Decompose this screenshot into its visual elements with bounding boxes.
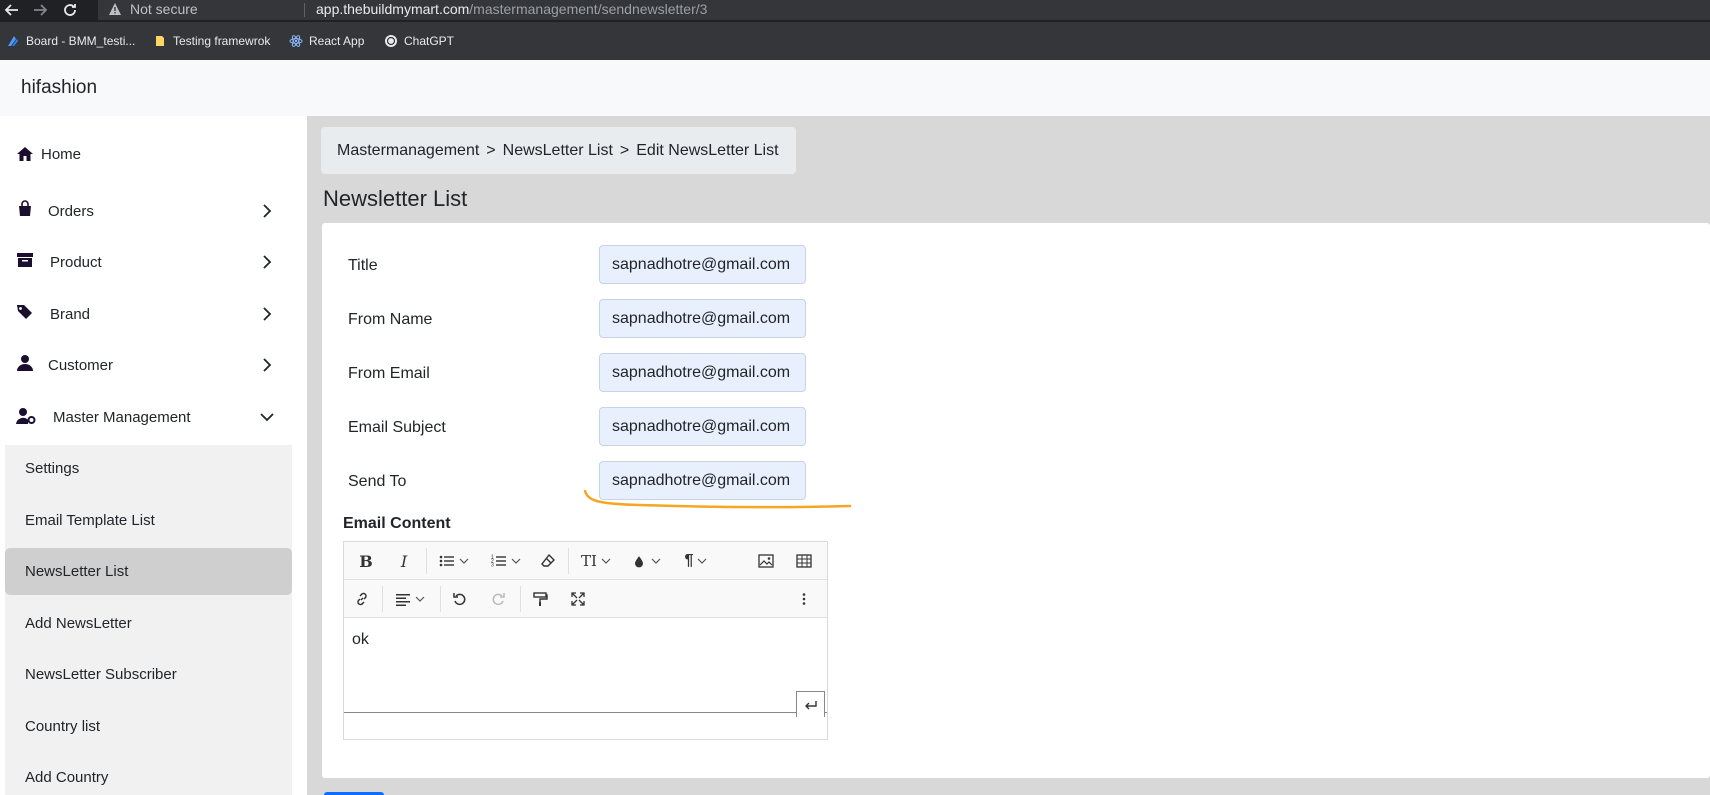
image-icon[interactable]	[752, 542, 780, 580]
react-icon	[289, 35, 303, 47]
shopping-bag-icon	[19, 200, 31, 216]
align-icon[interactable]	[388, 580, 432, 618]
sidebar: Home Orders Product Brand Customer Maste…	[0, 116, 307, 795]
toolbar-divider	[426, 548, 427, 574]
editor-status-bar	[344, 717, 827, 739]
forward-icon[interactable]	[30, 0, 50, 20]
email-content-label: Email Content	[343, 515, 451, 532]
more-options-icon[interactable]	[790, 580, 818, 618]
bookmark-chatgpt[interactable]: ChatGPT	[384, 32, 454, 50]
toolbar-divider	[382, 586, 383, 612]
toolbar-divider	[440, 586, 441, 612]
home-icon	[17, 147, 33, 161]
font-size-icon[interactable]: TI	[574, 542, 618, 580]
archive-box-icon	[17, 253, 33, 267]
submenu-item-email-template-list[interactable]: Email Template List	[5, 497, 292, 544]
bold-icon[interactable]: B	[352, 542, 380, 580]
sidebar-item-master-management[interactable]: Master Management	[0, 397, 290, 437]
url-text[interactable]: app.thebuildmymart.com/mastermanagement/…	[316, 1, 707, 17]
editor-content-area[interactable]: ok	[344, 619, 827, 713]
browser-address-bar: Not secure app.thebuildmymart.com/master…	[0, 0, 1710, 22]
submenu-item-add-newsletter[interactable]: Add NewsLetter	[5, 600, 292, 647]
submenu-item-newsletter-list[interactable]: NewsLetter List	[5, 548, 292, 595]
format-painter-icon[interactable]	[526, 580, 554, 618]
rich-text-editor: B I 123 TI ¶ ok	[343, 541, 828, 740]
breadcrumb-item-edit-newsletter-list: Edit NewsLetter List	[636, 141, 779, 159]
breadcrumb-item-mastermanagement[interactable]: Mastermanagement	[337, 142, 479, 160]
warning-icon	[109, 3, 121, 15]
editor-toolbar-row-2	[344, 580, 827, 618]
editor-content-text: ok	[352, 631, 369, 648]
undo-icon[interactable]	[446, 580, 474, 618]
table-icon[interactable]	[790, 542, 818, 580]
chevron-right-icon	[263, 204, 272, 218]
sidebar-item-brand[interactable]: Brand	[0, 294, 290, 334]
submenu-item-settings[interactable]: Settings	[5, 445, 292, 492]
tags-icon	[17, 305, 32, 319]
breadcrumb-item-newsletter-list[interactable]: NewsLetter List	[503, 142, 613, 160]
chatgpt-icon	[385, 35, 397, 47]
jira-icon	[8, 36, 18, 46]
svg-text:3: 3	[491, 563, 494, 569]
bookmark-board[interactable]: Board - BMM_testi...	[6, 32, 135, 50]
sidebar-item-orders[interactable]: Orders	[0, 191, 290, 231]
bullet-list-icon[interactable]	[432, 542, 476, 580]
app-header: hifashion	[0, 60, 1710, 116]
italic-icon[interactable]: I	[390, 542, 418, 580]
brand-logo-text[interactable]: hifashion	[21, 77, 97, 99]
reload-icon[interactable]	[60, 0, 80, 20]
submenu-item-country-list[interactable]: Country list	[5, 703, 292, 750]
text-color-icon[interactable]	[624, 542, 668, 580]
breadcrumb-separator: >	[486, 141, 496, 159]
paragraph-icon[interactable]: ¶	[674, 542, 718, 580]
back-icon[interactable]	[2, 0, 22, 20]
submenu-item-newsletter-subscriber[interactable]: NewsLetter Subscriber	[5, 651, 292, 698]
chevron-down-icon	[260, 413, 274, 422]
redo-icon[interactable]	[484, 580, 512, 618]
breadcrumb-separator: >	[619, 141, 630, 159]
folder-icon	[156, 36, 164, 46]
sidebar-item-customer[interactable]: Customer	[0, 345, 290, 385]
bookmarks-bar: Board - BMM_testi... Testing framewrok R…	[0, 22, 1710, 60]
user-gear-icon	[16, 408, 36, 424]
bookmark-testing-framework[interactable]: Testing framewrok	[153, 32, 270, 50]
submenu-item-add-country[interactable]: Add Country	[5, 754, 292, 795]
breadcrumb: Mastermanagement > NewsLetter List > Edi…	[321, 127, 796, 174]
main-content: Mastermanagement > NewsLetter List > Edi…	[307, 116, 1710, 795]
from-name-input[interactable]	[599, 299, 806, 338]
send-to-input[interactable]	[599, 461, 806, 500]
eraser-icon[interactable]	[534, 542, 562, 580]
link-icon[interactable]	[348, 580, 376, 618]
chevron-right-icon	[263, 255, 272, 269]
enter-key-icon[interactable]	[796, 691, 825, 719]
url-box[interactable]: Not secure app.thebuildmymart.com/master…	[98, 0, 1710, 20]
from-email-label: From Email	[348, 365, 430, 382]
title-input[interactable]	[599, 245, 806, 284]
from-email-input[interactable]	[599, 353, 806, 392]
fullscreen-icon[interactable]	[564, 580, 592, 618]
toolbar-divider	[568, 548, 569, 574]
toolbar-divider	[520, 586, 521, 612]
user-icon	[17, 355, 33, 371]
url-divider	[304, 3, 305, 17]
title-label: Title	[348, 257, 378, 274]
bookmark-react-app[interactable]: React App	[289, 32, 364, 50]
newsletter-form-card: Title From Name From Email Email Subject…	[322, 223, 1710, 778]
numbered-list-icon[interactable]: 123	[484, 542, 528, 580]
send-to-label: Send To	[348, 473, 407, 490]
master-management-submenu: Settings Email Template List NewsLetter …	[5, 445, 292, 795]
not-secure-label: Not secure	[130, 1, 198, 17]
email-subject-label: Email Subject	[348, 419, 446, 436]
sidebar-item-home[interactable]: Home	[0, 134, 290, 174]
chevron-right-icon	[263, 307, 272, 321]
email-subject-input[interactable]	[599, 407, 806, 446]
chevron-right-icon	[263, 358, 272, 372]
page-title: Newsletter List	[323, 186, 468, 211]
sidebar-item-product[interactable]: Product	[0, 242, 290, 282]
editor-toolbar-row-1: B I 123 TI ¶	[344, 542, 827, 580]
from-name-label: From Name	[348, 311, 433, 328]
